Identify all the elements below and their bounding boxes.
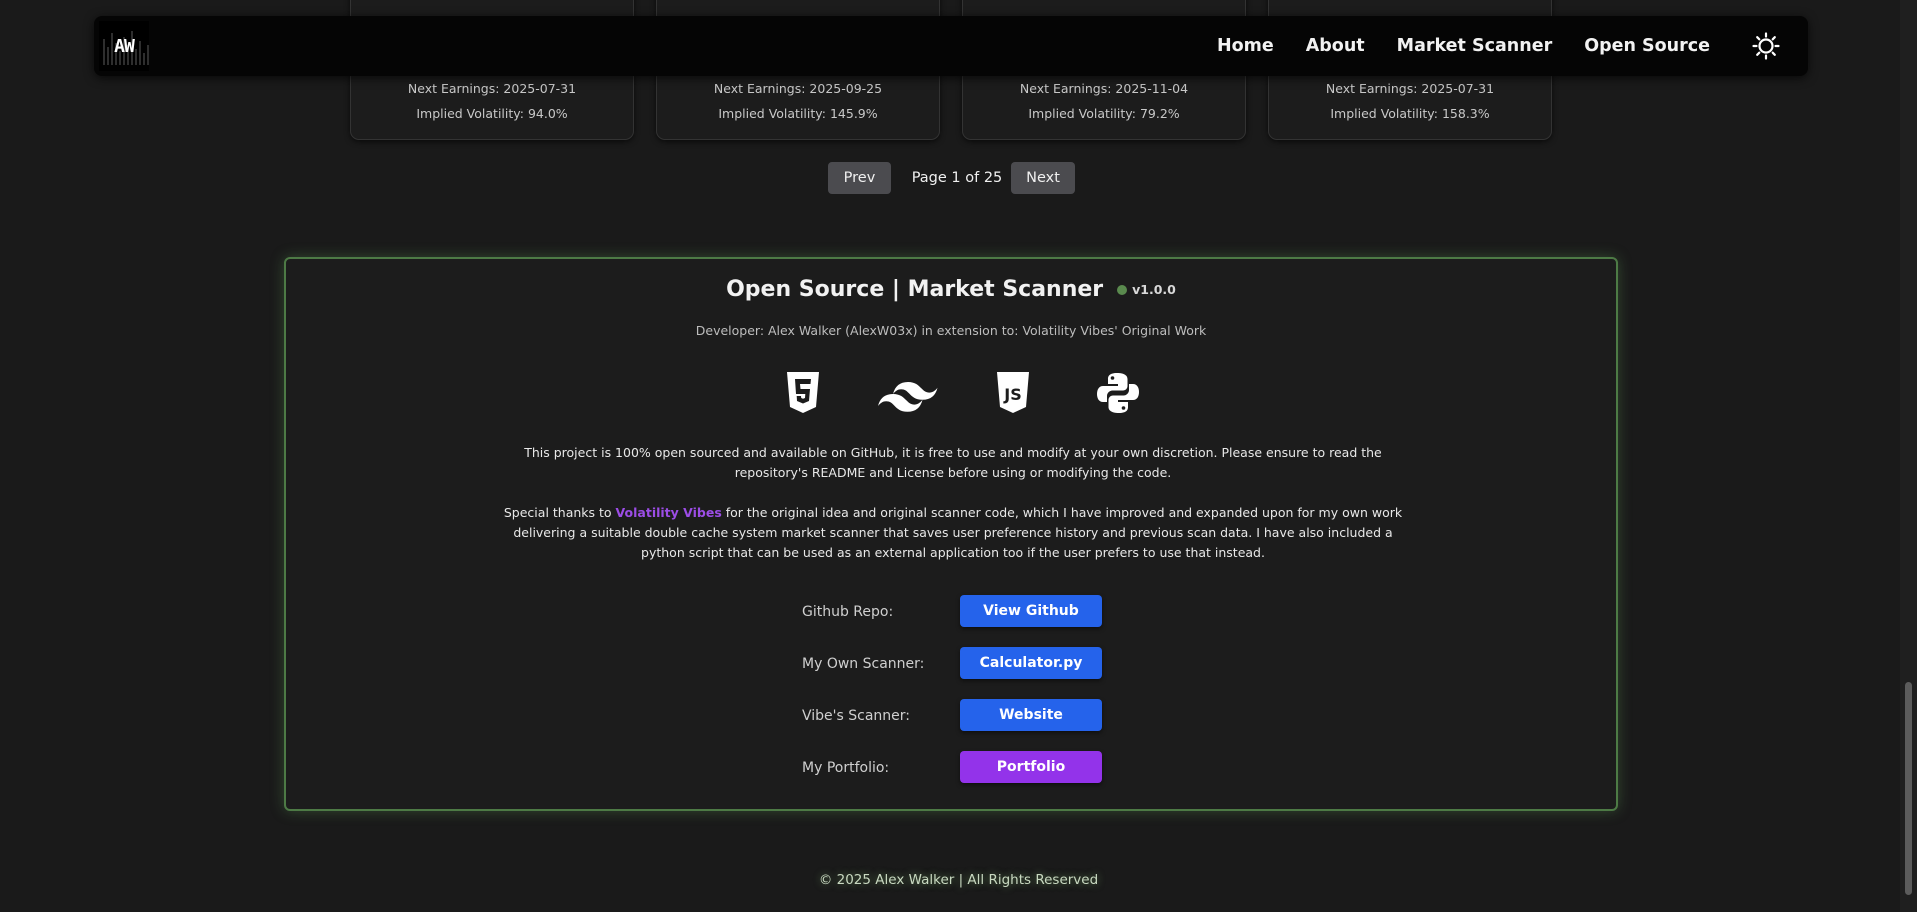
nav-link-home[interactable]: Home xyxy=(1217,36,1274,56)
implied-volatility: Implied Volatility: 94.0% xyxy=(416,106,568,121)
implied-volatility: Implied Volatility: 145.9% xyxy=(718,106,878,121)
scrollbar-thumb[interactable] xyxy=(1905,682,1912,895)
footer-copyright: © 2025 Alex Walker | All Rights Reserved xyxy=(818,872,1099,888)
thanks-prefix: Special thanks to xyxy=(503,505,616,520)
vibes-scanner-row: Vibe's Scanner: Website xyxy=(802,699,1102,733)
own-scanner-label: My Own Scanner: xyxy=(802,656,925,672)
pagination: Prev Page 1 of 25 Next xyxy=(0,162,1917,194)
javascript-icon: JS xyxy=(986,369,1040,417)
tailwind-icon xyxy=(876,369,940,417)
next-earnings: Next Earnings: 2025-07-31 xyxy=(407,81,577,96)
implied-volatility: Implied Volatility: 158.3% xyxy=(1330,106,1490,121)
project-description: This project is 100% open sourced and av… xyxy=(524,445,1382,480)
panel-header: Open Source | Market Scanner v1.0.0 xyxy=(286,277,1616,302)
svg-text:JS: JS xyxy=(1003,385,1021,404)
view-github-button[interactable]: View Github xyxy=(960,595,1102,627)
github-repo-row: Github Repo: View Github xyxy=(802,595,1102,629)
website-button[interactable]: Website xyxy=(960,699,1102,731)
next-earnings: Next Earnings: 2025-11-04 xyxy=(1019,81,1189,96)
volatility-vibes-link[interactable]: Volatility Vibes xyxy=(616,505,722,520)
prev-button[interactable]: Prev xyxy=(828,162,891,194)
page-info: Page 1 of 25 xyxy=(911,170,1003,186)
tech-stack-icons: JS xyxy=(776,369,1139,417)
python-icon xyxy=(1091,369,1145,417)
nav-links: Home About Market Scanner Open Source xyxy=(1217,16,1710,76)
portfolio-row: My Portfolio: Portfolio xyxy=(802,751,1102,785)
status-dot-icon xyxy=(1117,284,1128,295)
next-button[interactable]: Next xyxy=(1011,162,1075,194)
logo-text: AW xyxy=(114,36,135,57)
scrollbar[interactable] xyxy=(1900,0,1917,912)
vibes-scanner-label: Vibe's Scanner: xyxy=(802,708,911,724)
panel-title: Open Source | Market Scanner xyxy=(726,277,1104,302)
next-earnings: Next Earnings: 2025-07-31 xyxy=(1325,81,1495,96)
implied-volatility: Implied Volatility: 79.2% xyxy=(1028,106,1180,121)
theme-toggle-button[interactable] xyxy=(1752,32,1780,60)
sun-icon xyxy=(1752,32,1780,60)
portfolio-label: My Portfolio: xyxy=(802,760,890,776)
version-badge: v1.0.0 xyxy=(1132,282,1176,297)
calculator-py-button[interactable]: Calculator.py xyxy=(960,647,1102,679)
site-logo[interactable]: AW xyxy=(99,21,149,71)
nav-link-about[interactable]: About xyxy=(1306,36,1365,56)
special-thanks-text: Special thanks to Volatility Vibes for t… xyxy=(496,503,1410,563)
open-source-panel: Open Source | Market Scanner v1.0.0 Devel… xyxy=(284,257,1618,811)
navbar: AW Home About Market Scanner Open Source xyxy=(94,16,1808,76)
html5-icon xyxy=(776,369,830,417)
nav-link-market-scanner[interactable]: Market Scanner xyxy=(1397,36,1553,56)
own-scanner-row: My Own Scanner: Calculator.py xyxy=(802,647,1102,681)
next-earnings: Next Earnings: 2025-09-25 xyxy=(713,81,883,96)
portfolio-button[interactable]: Portfolio xyxy=(960,751,1102,783)
github-repo-label: Github Repo: xyxy=(802,604,894,620)
nav-link-open-source[interactable]: Open Source xyxy=(1584,36,1710,56)
developer-credit: Developer: Alex Walker (AlexW03x) in ext… xyxy=(695,323,1207,338)
